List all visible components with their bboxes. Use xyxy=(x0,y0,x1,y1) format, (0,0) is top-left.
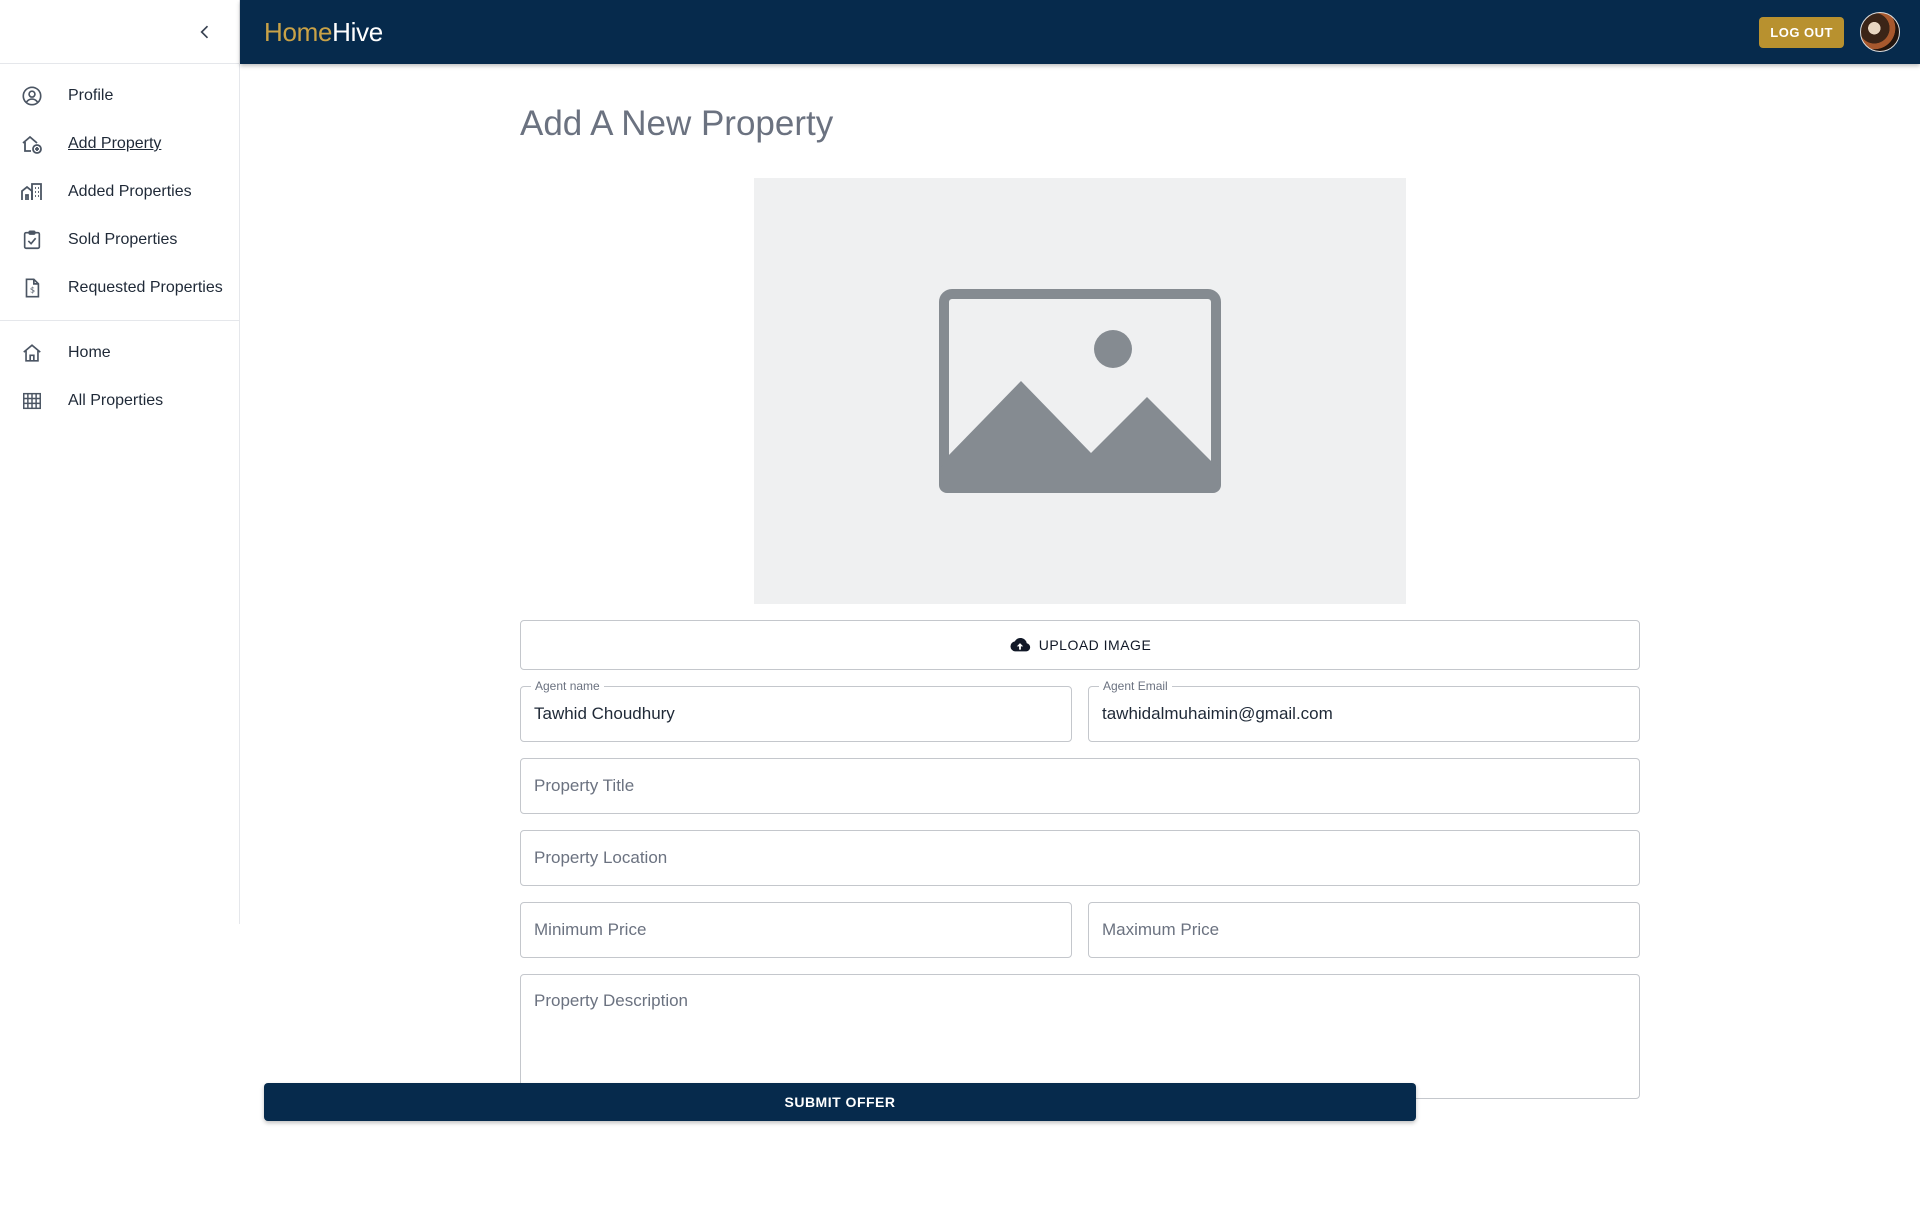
clipboard-check-icon xyxy=(20,228,44,252)
buildings-icon xyxy=(20,180,44,204)
sidebar-item-label: All Properties xyxy=(68,392,164,409)
sidebar-item-home[interactable]: Home xyxy=(0,329,239,377)
page-title: Add A New Property xyxy=(520,104,834,143)
sidebar-nav-primary: Profile Add Property Added Properties So… xyxy=(0,64,239,320)
home-icon xyxy=(20,341,44,365)
grid-icon xyxy=(20,389,44,413)
minimum-price-field xyxy=(520,902,1072,958)
app-bar: HomeHive LOG OUT xyxy=(240,0,1920,64)
sidebar-item-label: Added Properties xyxy=(68,183,192,200)
property-title-input[interactable] xyxy=(521,759,1639,813)
submit-offer-button[interactable]: SUBMIT OFFER xyxy=(264,1083,1416,1121)
sidebar-item-all-properties[interactable]: All Properties xyxy=(0,377,239,425)
image-preview xyxy=(754,178,1406,604)
sidebar-item-label: Requested Properties xyxy=(68,279,223,296)
property-description-input[interactable] xyxy=(521,975,1639,1098)
brand-home-text: Home xyxy=(264,16,333,47)
agent-name-label: Agent name xyxy=(531,679,604,693)
brand-hive-text: Hive xyxy=(332,16,383,47)
property-description-field xyxy=(520,974,1640,1099)
property-title-field xyxy=(520,758,1640,814)
avatar[interactable] xyxy=(1860,12,1900,52)
brand-logo[interactable]: HomeHive xyxy=(264,17,383,48)
sidebar: Profile Add Property Added Properties So… xyxy=(0,0,240,924)
add-home-icon xyxy=(20,132,44,156)
collapse-sidebar-button[interactable] xyxy=(191,18,219,46)
sidebar-item-profile[interactable]: Profile xyxy=(0,72,239,120)
document-dollar-icon: $ xyxy=(20,276,44,300)
account-circle-icon xyxy=(20,84,44,108)
sidebar-item-label: Profile xyxy=(68,87,114,104)
minimum-price-input[interactable] xyxy=(521,903,1071,957)
image-placeholder-icon xyxy=(939,289,1221,493)
agent-name-input[interactable] xyxy=(521,687,1071,741)
agent-email-input[interactable] xyxy=(1089,687,1639,741)
svg-text:$: $ xyxy=(30,285,35,295)
property-location-field xyxy=(520,830,1640,886)
sidebar-nav-secondary: Home All Properties xyxy=(0,321,239,433)
sidebar-item-requested-properties[interactable]: $ Requested Properties xyxy=(0,264,239,312)
sidebar-header xyxy=(0,0,239,64)
upload-image-button[interactable]: UPLOAD IMAGE xyxy=(520,620,1640,670)
sidebar-item-added-properties[interactable]: Added Properties xyxy=(0,168,239,216)
maximum-price-field xyxy=(1088,902,1640,958)
sidebar-item-label: Add Property xyxy=(68,135,162,152)
agent-name-field: Agent name xyxy=(520,679,1072,742)
logout-button[interactable]: LOG OUT xyxy=(1759,16,1844,48)
sidebar-item-sold-properties[interactable]: Sold Properties xyxy=(0,216,239,264)
agent-email-field: Agent Email xyxy=(1088,679,1640,742)
agent-email-label: Agent Email xyxy=(1099,679,1172,693)
sidebar-item-label: Sold Properties xyxy=(68,231,178,248)
maximum-price-input[interactable] xyxy=(1089,903,1639,957)
main-content: Add A New Property UPLOAD IMAGE Agent na… xyxy=(240,64,1920,1208)
upload-image-label: UPLOAD IMAGE xyxy=(1038,637,1152,653)
chevron-left-icon xyxy=(200,25,209,38)
property-location-input[interactable] xyxy=(521,831,1639,885)
sidebar-item-label: Home xyxy=(68,344,111,361)
sidebar-item-add-property[interactable]: Add Property xyxy=(0,120,239,168)
cloud-upload-icon xyxy=(1010,637,1030,652)
